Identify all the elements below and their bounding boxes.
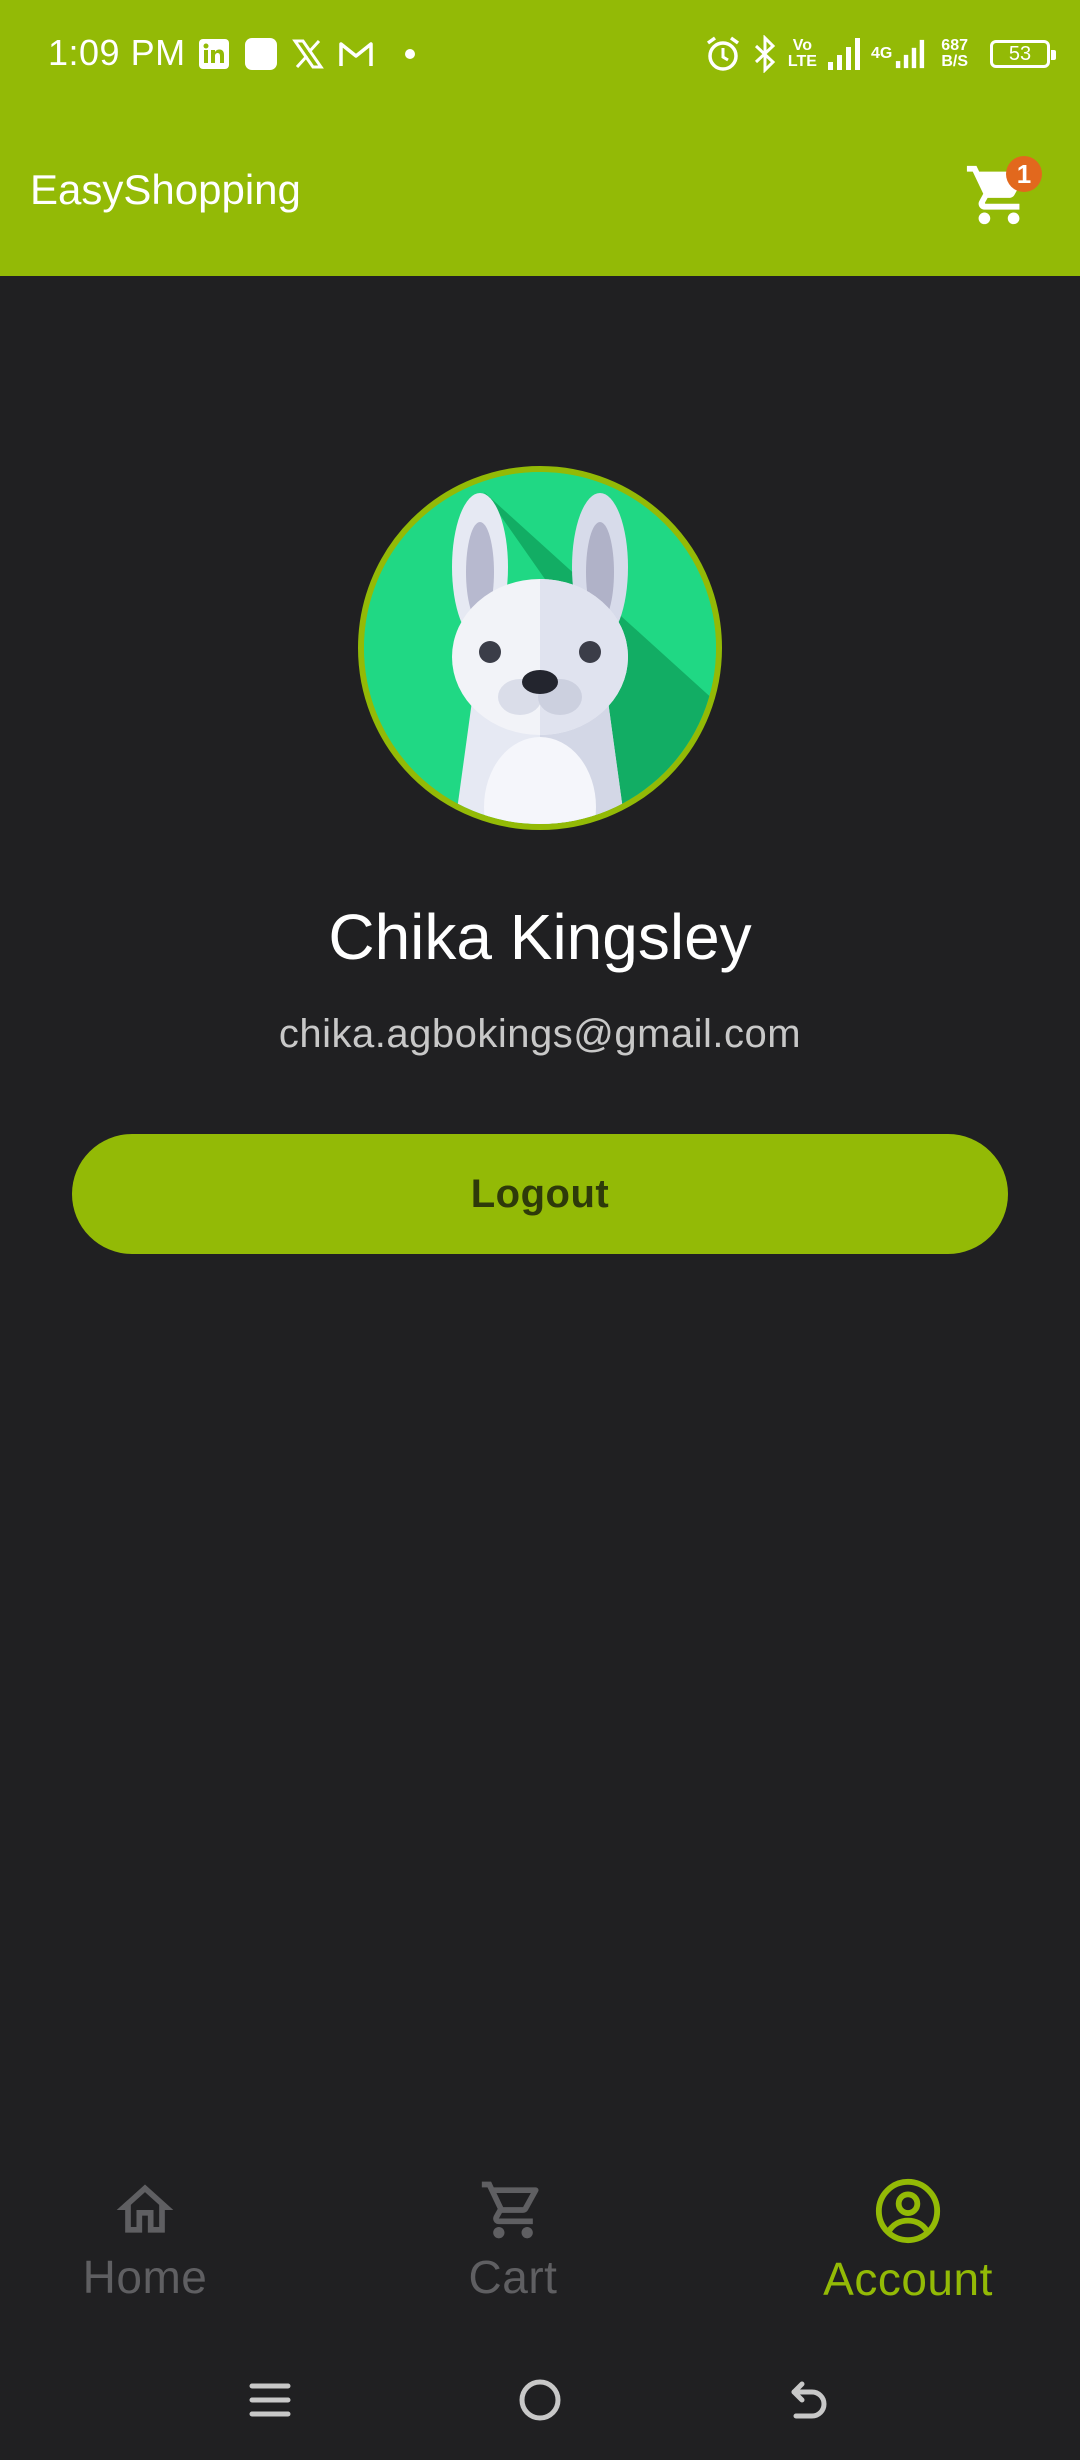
alarm-icon: [704, 35, 742, 73]
status-bar: 1:09 PM Vo LTE 4G 687 B/S 53: [0, 0, 1080, 108]
nav-label-home: Home: [82, 2251, 208, 2303]
4g-signal-icon: 4G: [871, 36, 925, 72]
dot-icon: [404, 48, 416, 60]
volte-icon: Vo LTE: [787, 37, 817, 70]
status-time: 1:09 PM: [48, 32, 186, 73]
system-navigation-bar: [0, 2340, 1080, 2460]
home-circle-icon[interactable]: [510, 2370, 570, 2430]
profile-avatar: [358, 466, 722, 830]
account-icon: [875, 2178, 941, 2244]
app-title: EasyShopping: [30, 166, 301, 213]
home-icon: [116, 2184, 174, 2233]
battery-indicator: 53: [990, 40, 1056, 68]
gmail-icon: [338, 39, 374, 69]
net-speed: 687 B/S: [941, 37, 968, 70]
cart-badge: 1: [1006, 156, 1042, 192]
menu-icon[interactable]: [240, 2370, 300, 2430]
app-bar: 1:09 PM Vo LTE 4G 687 B/S 53 EasyShoppin…: [0, 0, 1080, 276]
nav-item-account[interactable]: Account: [758, 2160, 1058, 2330]
linkedin-icon: [198, 38, 230, 70]
logout-button[interactable]: Logout: [72, 1134, 1008, 1254]
system-status-icons: Vo LTE 4G 687 B/S 53: [704, 30, 1056, 78]
bottom-navigation: Home Cart Account: [0, 2160, 1080, 2330]
cart-icon: [481, 2181, 539, 2239]
back-icon[interactable]: [780, 2370, 840, 2430]
signal-icon: [827, 36, 861, 72]
app-square-icon: [244, 37, 278, 71]
nav-item-cart[interactable]: Cart: [363, 2160, 663, 2330]
profile-email: chika.agbokings@gmail.com: [278, 1012, 802, 1056]
nav-item-home[interactable]: Home: [0, 2160, 295, 2330]
x-icon: [292, 38, 324, 70]
nav-label-account: Account: [823, 2253, 993, 2305]
rabbit-avatar-icon: [364, 472, 716, 824]
profile-name: Chika Kingsley: [328, 901, 752, 973]
notification-icons: [198, 34, 416, 74]
bluetooth-icon: [752, 35, 778, 73]
nav-label-cart: Cart: [468, 2251, 558, 2303]
